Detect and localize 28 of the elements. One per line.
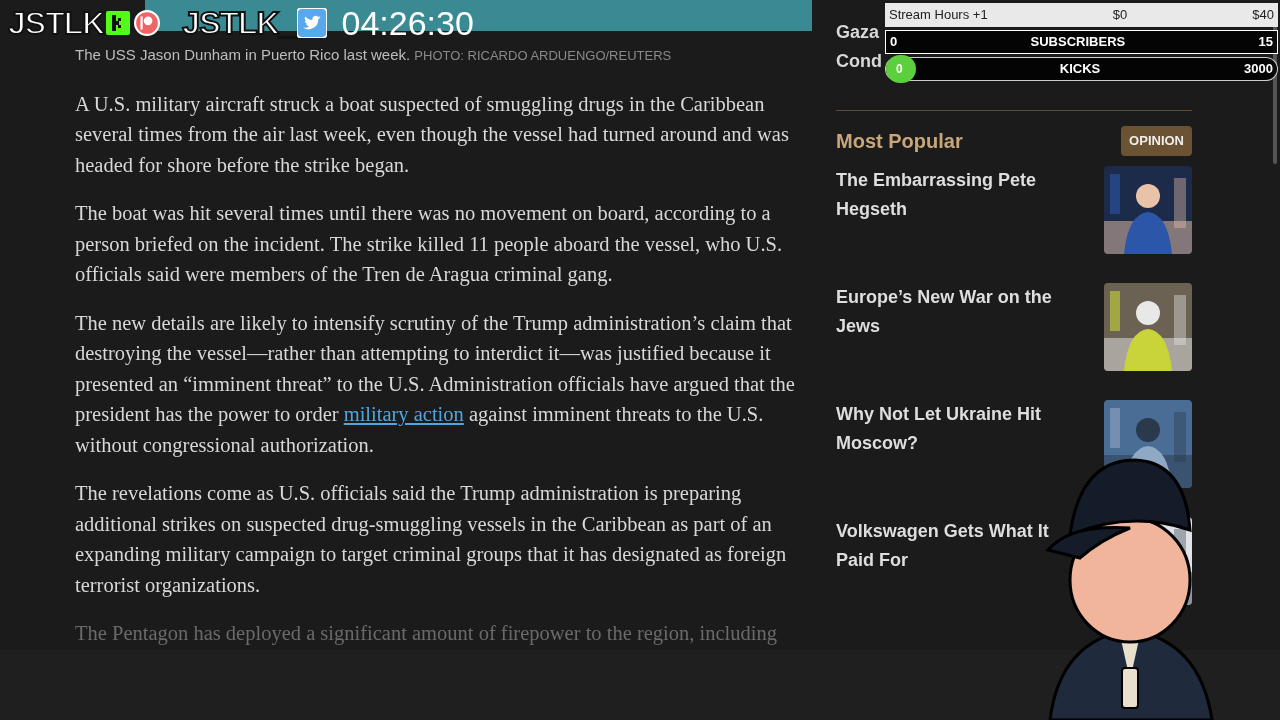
goal-label: KICKS	[1059, 60, 1101, 79]
goal-label: Stream Hours +1	[889, 6, 988, 25]
article-paragraph: The Pentagon has deployed a significant amount of firepower to the region, including	[75, 621, 778, 647]
article-link[interactable]: The Embarrassing Pete Hegseth	[836, 166, 1066, 254]
goal-target: 3000	[1244, 60, 1273, 79]
section-title: Most Popular	[836, 129, 963, 154]
record-icon	[134, 10, 161, 36]
progress-fill: 0	[886, 55, 916, 83]
photo-caption: The USS Jason Dunham in Puerto Rico last week. PHOTO: RICARDO ARDUENGO/REUTERS	[75, 45, 673, 65]
headline-fragment[interactable]: Cond	[836, 47, 882, 76]
article-paragraph: The new details are likely to intensify scrutiny of the Trump administration’s claim that destroying the vessel—rather than attempting to interdict it—was justified because it presented an “imminent threat” to the U.S. Administration officials have argued that the president has the power to order military action against imminent threats to the U.S. without congressional authorization.	[75, 310, 796, 459]
article-link[interactable]: military action	[343, 403, 464, 425]
article-paragraph: The boat was hit several times until there was no movement on board, according to a person briefed on the incident. The strike killed 11 people aboard the vessel, who U.S. officials said were members of the Tren de Aragua criminal gang.	[75, 201, 784, 288]
section-badge: OPINION	[1121, 126, 1192, 156]
goal-start: $0	[1112, 6, 1128, 25]
channel-handle: JSTLK	[8, 7, 105, 39]
article-paragraph: A U.S. military aircraft struck a boat suspected of smuggling drugs in the Caribbean several times from the air last week, even though the vessel had turned around and was headed for shore before the strike began.	[75, 91, 790, 179]
article-paragraph: The revelations come as U.S. officials said the Trump administration is preparing additional strikes on suspected drug-smuggling vessels in the Caribbean as part of an expanding military campaign to target criminal groups that it has designated as foreign terrorist organizations.	[75, 481, 788, 599]
goal-target: $40	[1252, 6, 1274, 25]
bird-icon	[297, 8, 328, 38]
kick-logo-icon	[106, 11, 131, 35]
article-link[interactable]: Volkswagen Gets What It Paid For	[836, 517, 1066, 605]
goal-label: SUBSCRIBERS	[1030, 33, 1126, 52]
article-link[interactable]: Europe’s New War on the Jews	[836, 283, 1066, 371]
goal-start: 0	[890, 33, 898, 52]
goal-target: 15	[1258, 33, 1273, 52]
headline-fragment[interactable]: Gaza	[836, 18, 880, 47]
article-link[interactable]: Why Not Let Ukraine Hit Moscow?	[836, 400, 1066, 488]
